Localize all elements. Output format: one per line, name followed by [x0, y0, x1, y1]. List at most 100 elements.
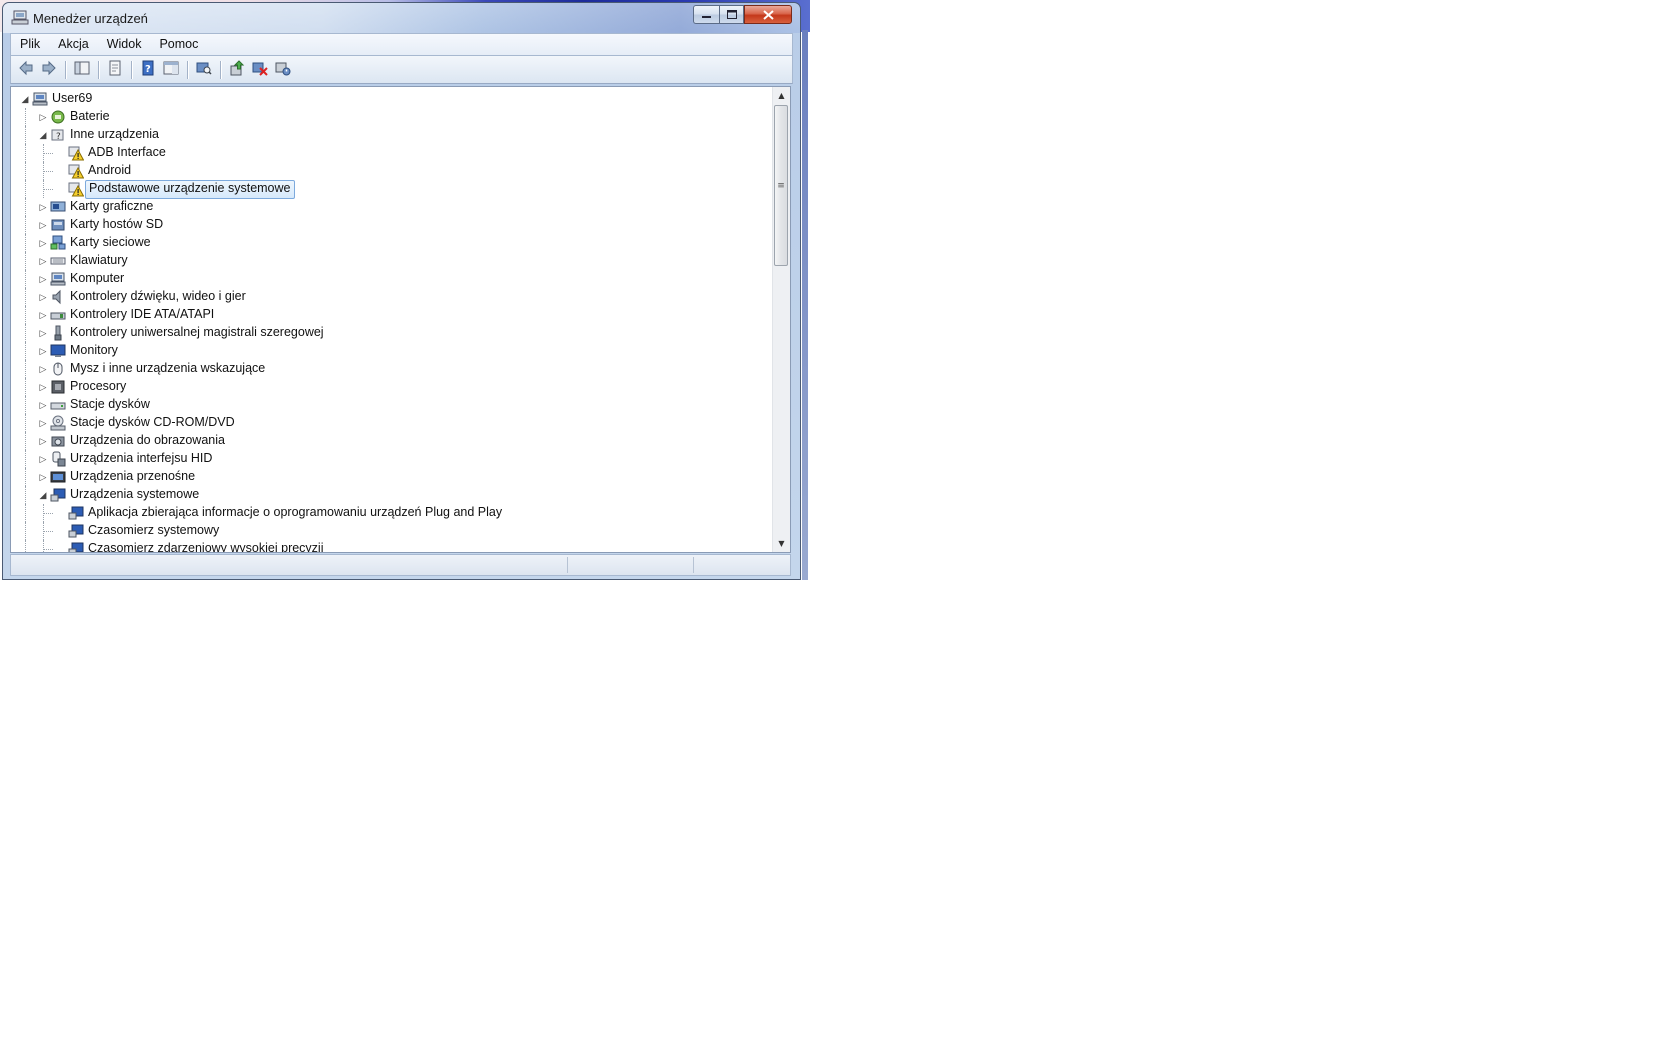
expand-arrow-icon[interactable]: ▷ [37, 324, 49, 342]
tree-item-label[interactable]: Stacje dysków CD-ROM/DVD [67, 414, 238, 431]
tree-item-label[interactable]: Karty hostów SD [67, 216, 166, 233]
tree-item-label[interactable]: Kontrolery dźwięku, wideo i gier [67, 288, 249, 305]
tree-row[interactable]: Android [11, 162, 771, 180]
back-arrow-button[interactable] [15, 59, 37, 81]
expand-arrow-icon[interactable]: ▷ [37, 234, 49, 252]
maximize-button[interactable] [719, 5, 744, 24]
console-tree-button[interactable] [71, 59, 93, 81]
tree-item-label[interactable]: Baterie [67, 108, 113, 125]
menu-akcja[interactable]: Akcja [49, 34, 98, 55]
tree-row[interactable]: ▷ Baterie [11, 108, 771, 126]
uninstall-device-button[interactable] [249, 59, 271, 81]
console-tree-icon [74, 60, 90, 80]
tree-item-label[interactable]: Aplikacja zbierająca informacje o oprogr… [85, 504, 505, 521]
tree-item-label[interactable]: Inne urządzenia [67, 126, 162, 143]
expand-arrow-icon[interactable]: ▷ [37, 396, 49, 414]
forward-arrow-button[interactable] [38, 59, 60, 81]
expand-arrow-icon[interactable]: ▷ [37, 288, 49, 306]
show-hide-pane-button[interactable] [160, 59, 182, 81]
tree-row[interactable]: ◢ User69 [11, 90, 771, 108]
minimize-button[interactable] [693, 5, 719, 24]
tree-row[interactable]: Czasomierz systemowy [11, 522, 771, 540]
tree-row[interactable]: ▷ Urządzenia interfejsu HID [11, 450, 771, 468]
expand-arrow-icon[interactable]: ▷ [37, 342, 49, 360]
expand-arrow-icon[interactable]: ▷ [37, 414, 49, 432]
update-driver-button[interactable] [226, 59, 248, 81]
tree-item-label[interactable]: Komputer [67, 270, 127, 287]
expand-arrow-icon[interactable]: ▷ [37, 216, 49, 234]
collapse-arrow-icon[interactable]: ◢ [37, 486, 49, 504]
help-button[interactable]: ? [137, 59, 159, 81]
title-bar[interactable]: Menedżer urządzeń [3, 3, 800, 33]
expand-arrow-icon[interactable]: ▷ [37, 306, 49, 324]
tree-row[interactable]: ADB Interface [11, 144, 771, 162]
tree-row[interactable]: ▷ Stacje dysków [11, 396, 771, 414]
tree-item-label[interactable]: Urządzenia interfejsu HID [67, 450, 215, 467]
tree-item-label[interactable]: Podstawowe urządzenie systemowe [85, 180, 295, 199]
tree-item-label[interactable]: Karty graficzne [67, 198, 156, 215]
tree-item-label[interactable]: Procesory [67, 378, 129, 395]
tree-row[interactable]: ▷ Procesory [11, 378, 771, 396]
collapse-arrow-icon[interactable]: ◢ [19, 90, 31, 108]
device-tree[interactable]: ◢ User69 ▷ Baterie ◢? Inne urządzenia ADB Inte… [10, 86, 791, 553]
tree-row[interactable]: Czasomierz zdarzeniowy wysokiej precyzji [11, 540, 771, 552]
tree-row[interactable]: ▷ Urządzenia przenośne [11, 468, 771, 486]
menu-pomoc[interactable]: Pomoc [150, 34, 207, 55]
scroll-up-button[interactable]: ▲ [773, 87, 790, 104]
vertical-scrollbar[interactable]: ▲ ≡ ▼ [772, 87, 790, 552]
tree-connector [43, 153, 53, 154]
scroll-down-button[interactable]: ▼ [773, 535, 790, 552]
expand-arrow-icon[interactable]: ▷ [37, 108, 49, 126]
tree-item-label[interactable]: Kontrolery IDE ATA/ATAPI [67, 306, 217, 323]
tree-row[interactable]: Aplikacja zbierająca informacje o oprogr… [11, 504, 771, 522]
tree-row[interactable]: ▷ Monitory [11, 342, 771, 360]
expand-arrow-icon[interactable]: ▷ [37, 360, 49, 378]
menu-widok[interactable]: Widok [98, 34, 151, 55]
tree-row[interactable]: ▷ Stacje dysków CD-ROM/DVD [11, 414, 771, 432]
scan-hardware-button[interactable] [193, 59, 215, 81]
tree-row[interactable]: ▷ Karty hostów SD [11, 216, 771, 234]
tree-row[interactable]: Podstawowe urządzenie systemowe [11, 180, 771, 199]
tree-item-label[interactable]: Monitory [67, 342, 121, 359]
collapse-arrow-icon[interactable]: ◢ [37, 126, 49, 144]
menu-plik[interactable]: Plik [11, 34, 49, 55]
tree-row[interactable]: ▷ Kontrolery IDE ATA/ATAPI [11, 306, 771, 324]
tree-item-label[interactable]: Urządzenia przenośne [67, 468, 198, 485]
system-device-icon [68, 505, 84, 521]
tree-item-label[interactable]: Urządzenia systemowe [67, 486, 202, 503]
tree-row[interactable]: ▷ Karty sieciowe [11, 234, 771, 252]
tree-item-label[interactable]: ADB Interface [85, 144, 169, 161]
tree-row[interactable]: ▷ Kontrolery dźwięku, wideo i gier [11, 288, 771, 306]
properties-button[interactable] [104, 59, 126, 81]
expand-arrow-icon[interactable]: ▷ [37, 270, 49, 288]
expand-arrow-icon[interactable]: ▷ [37, 450, 49, 468]
tree-item-label[interactable]: Kontrolery uniwersalnej magistrali szere… [67, 324, 327, 341]
tree-row[interactable]: ▷ Kontrolery uniwersalnej magistrali szer… [11, 324, 771, 342]
tree-connector [25, 342, 26, 360]
tree-row[interactable]: ▷ Komputer [11, 270, 771, 288]
tree-row[interactable]: ▷ Klawiatury [11, 252, 771, 270]
expand-arrow-icon[interactable]: ▷ [37, 378, 49, 396]
tree-item-label[interactable]: Czasomierz zdarzeniowy wysokiej precyzji [85, 540, 327, 552]
tree-item-label[interactable]: Android [85, 162, 134, 179]
expand-arrow-icon[interactable]: ▷ [37, 198, 49, 216]
close-button[interactable] [744, 5, 792, 24]
expand-arrow-icon[interactable]: ▷ [37, 252, 49, 270]
tree-item-label[interactable]: User69 [49, 90, 95, 107]
tree-row[interactable]: ▷ Mysz i inne urządzenia wskazujące [11, 360, 771, 378]
tree-item-label[interactable]: Karty sieciowe [67, 234, 154, 251]
tree-item-label[interactable]: Urządzenia do obrazowania [67, 432, 228, 449]
tree-row[interactable]: ▷ Karty graficzne [11, 198, 771, 216]
expand-arrow-icon[interactable]: ▷ [37, 432, 49, 450]
tree-row[interactable]: ▷ Urządzenia do obrazowania [11, 432, 771, 450]
tree-item-label[interactable]: Klawiatury [67, 252, 131, 269]
tree-item-label[interactable]: Mysz i inne urządzenia wskazujące [67, 360, 268, 377]
tree-row[interactable]: ◢ Urządzenia systemowe [11, 486, 771, 504]
window-title: Menedżer urządzeń [33, 11, 148, 26]
tree-row[interactable]: ◢? Inne urządzenia [11, 126, 771, 144]
expand-arrow-icon[interactable]: ▷ [37, 468, 49, 486]
scroll-thumb[interactable]: ≡ [774, 105, 788, 266]
disable-device-button[interactable] [272, 59, 294, 81]
tree-item-label[interactable]: Stacje dysków [67, 396, 153, 413]
tree-item-label[interactable]: Czasomierz systemowy [85, 522, 222, 539]
